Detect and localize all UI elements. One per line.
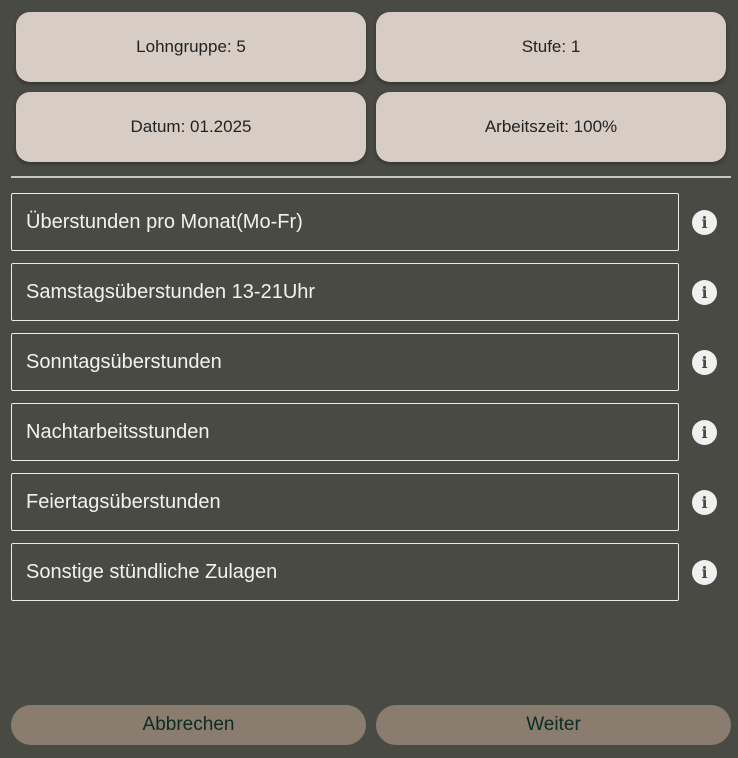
field-row: Sonntagsüberstunden i	[11, 332, 731, 392]
field-row: Sonstige stündliche Zulagen i	[11, 542, 731, 602]
info-icon[interactable]: i	[692, 279, 717, 305]
other-allowances-input[interactable]: Sonstige stündliche Zulagen	[11, 543, 679, 601]
cancel-button[interactable]: Abbrechen	[11, 705, 366, 745]
summary-row: Datum: 01.2025 Arbeitszeit: 100%	[16, 92, 726, 162]
field-row: Nachtarbeitsstunden i	[11, 402, 731, 462]
field-row: Überstunden pro Monat(Mo-Fr) i	[11, 192, 731, 252]
info-icon[interactable]: i	[692, 209, 717, 235]
info-icon[interactable]: i	[692, 419, 717, 445]
hours-form: Überstunden pro Monat(Mo-Fr) i Samstagsü…	[11, 192, 731, 612]
holiday-overtime-input[interactable]: Feiertagsüberstunden	[11, 473, 679, 531]
lohngruppe-card: Lohngruppe: 5	[16, 12, 366, 82]
overtime-sunday-input[interactable]: Sonntagsüberstunden	[11, 333, 679, 391]
night-hours-input[interactable]: Nachtarbeitsstunden	[11, 403, 679, 461]
summary-cards: Lohngruppe: 5 Stufe: 1 Datum: 01.2025 Ar…	[16, 12, 726, 172]
datum-card: Datum: 01.2025	[16, 92, 366, 162]
next-button[interactable]: Weiter	[376, 705, 731, 745]
overtime-saturday-input[interactable]: Samstagsüberstunden 13-21Uhr	[11, 263, 679, 321]
stufe-card: Stufe: 1	[376, 12, 726, 82]
info-icon[interactable]: i	[692, 489, 717, 515]
arbeitszeit-card: Arbeitszeit: 100%	[376, 92, 726, 162]
field-row: Samstagsüberstunden 13-21Uhr i	[11, 262, 731, 322]
section-divider	[11, 176, 731, 178]
summary-row: Lohngruppe: 5 Stufe: 1	[16, 12, 726, 82]
field-row: Feiertagsüberstunden i	[11, 472, 731, 532]
info-icon[interactable]: i	[692, 349, 717, 375]
overtime-weekday-input[interactable]: Überstunden pro Monat(Mo-Fr)	[11, 193, 679, 251]
action-bar: Abbrechen Weiter	[11, 705, 731, 745]
info-icon[interactable]: i	[692, 559, 717, 585]
